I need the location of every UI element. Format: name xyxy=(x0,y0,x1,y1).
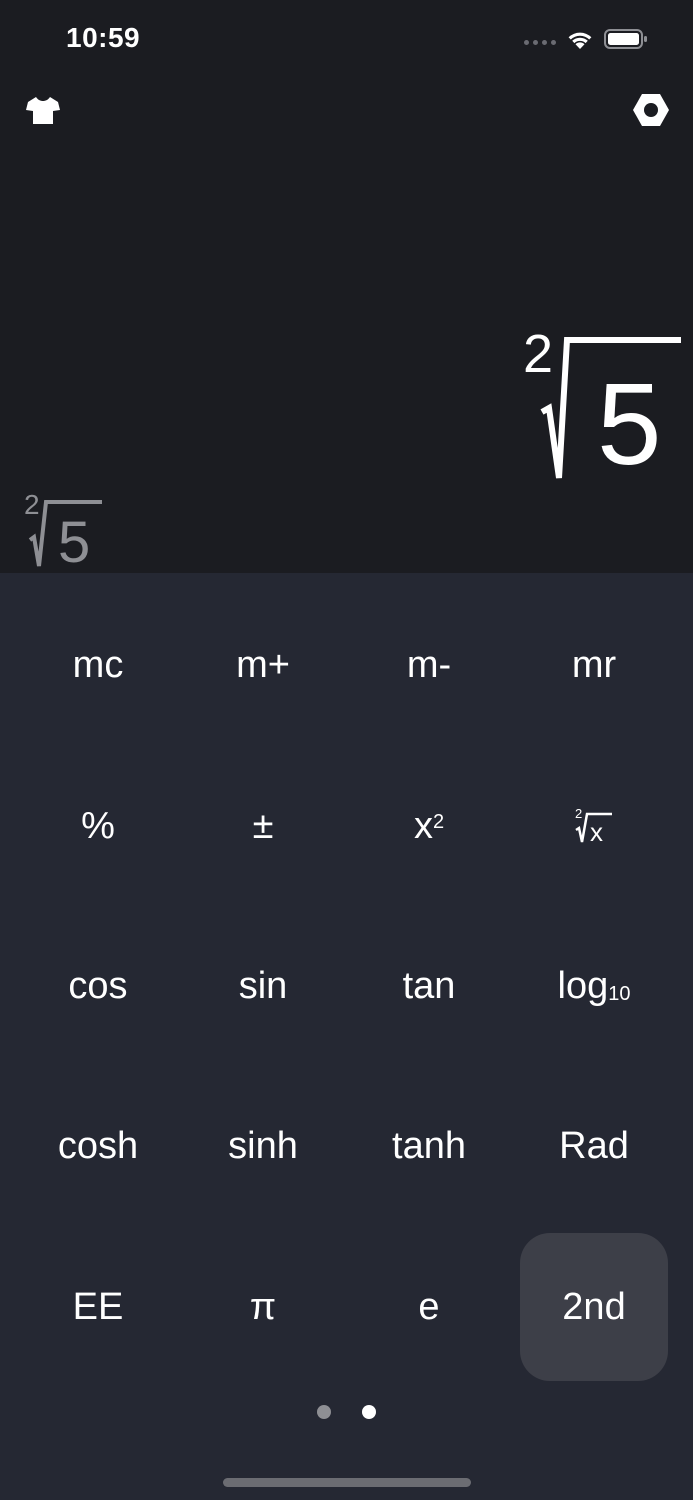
key-sinh[interactable]: sinh xyxy=(189,1072,337,1220)
key-log10[interactable]: log 10 xyxy=(520,912,668,1060)
key-cosh[interactable]: cosh xyxy=(24,1072,172,1220)
key-pi[interactable]: π xyxy=(189,1233,337,1381)
main-root-index: 2 xyxy=(523,324,553,384)
key-m-minus[interactable]: m- xyxy=(355,591,503,739)
key-square-base: x xyxy=(413,804,433,847)
key-rad[interactable]: Rad xyxy=(520,1072,668,1220)
tshirt-icon[interactable] xyxy=(23,91,63,131)
page-dot-1[interactable] xyxy=(317,1405,331,1419)
wifi-icon xyxy=(568,32,592,49)
page-dot-2[interactable] xyxy=(362,1405,376,1419)
key-cos[interactable]: cos xyxy=(24,912,172,1060)
key-m-plus[interactable]: m+ xyxy=(189,591,337,739)
status-bar: 10:59 xyxy=(0,0,693,80)
history-radicand: 5 xyxy=(58,510,90,572)
key-2nd[interactable]: 2nd xyxy=(520,1233,668,1381)
scientific-keypad: mc m+ m- mr % ± x2 2 x cos sin tan log 10… xyxy=(0,573,693,1500)
display-area: 10:59 2 5 2 5 xyxy=(0,0,693,573)
history-expression[interactable]: 2 5 xyxy=(24,486,106,572)
key-e[interactable]: e xyxy=(355,1233,503,1381)
key-mc[interactable]: mc xyxy=(24,591,172,739)
home-indicator[interactable] xyxy=(223,1478,471,1487)
key-tan[interactable]: tan xyxy=(355,912,503,1060)
hexagon-nut-icon[interactable] xyxy=(631,90,671,130)
key-ee[interactable]: EE xyxy=(24,1233,172,1381)
svg-text:x: x xyxy=(590,817,603,846)
key-square-exponent: 2 xyxy=(432,810,445,833)
cellular-signal-icon xyxy=(524,40,558,48)
key-square-root[interactable]: 2 x xyxy=(520,752,668,900)
main-expression: 2 5 xyxy=(523,324,681,488)
key-log-base: log xyxy=(557,964,609,1007)
key-mr[interactable]: mr xyxy=(520,591,668,739)
status-time: 10:59 xyxy=(66,22,141,53)
key-percent[interactable]: % xyxy=(24,752,172,900)
page-indicator[interactable] xyxy=(310,1402,382,1422)
key-log-subscript: 10 xyxy=(608,982,631,1005)
key-plus-minus[interactable]: ± xyxy=(189,752,337,900)
battery-icon xyxy=(604,29,647,49)
key-sin[interactable]: sin xyxy=(189,912,337,1060)
key-square[interactable]: x2 xyxy=(355,752,503,900)
key-tanh[interactable]: tanh xyxy=(355,1072,503,1220)
history-root-index: 2 xyxy=(24,489,40,520)
main-radicand: 5 xyxy=(597,359,662,488)
calculator-screen: 10:59 2 5 2 5 mc m+ m- mr % ± x 2 2 x co… xyxy=(0,0,693,1500)
key-root-glyph: 2 x xyxy=(575,806,612,846)
svg-text:2: 2 xyxy=(575,806,582,821)
